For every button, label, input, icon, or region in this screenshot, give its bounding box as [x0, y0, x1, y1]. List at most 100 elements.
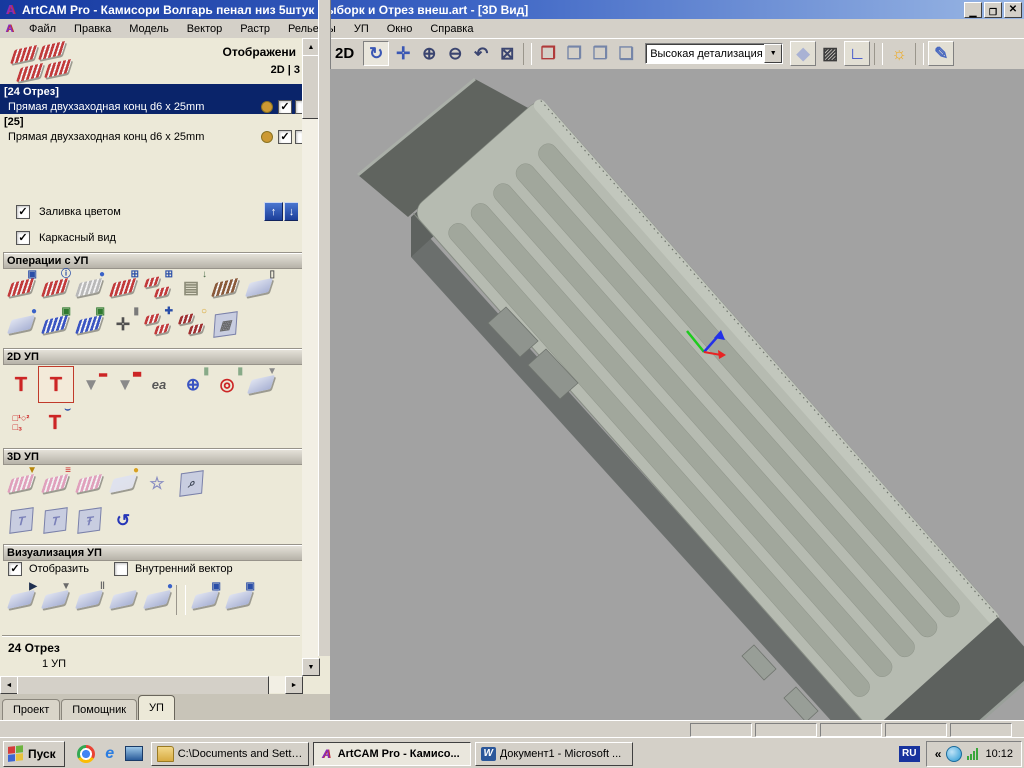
- toolpath-group-row[interactable]: [24 Отрез]: [0, 84, 302, 99]
- laser-tile-2-icon[interactable]: T: [38, 503, 72, 538]
- delete-toolpath-icon[interactable]: ●: [72, 270, 106, 305]
- bevelled-carving-icon[interactable]: ▼▃: [108, 367, 142, 402]
- zoom-fit-icon[interactable]: ⊠: [495, 42, 519, 65]
- machine-relief-icon[interactable]: ▼: [4, 466, 38, 501]
- drilling-icon[interactable]: ⊕▮: [176, 367, 210, 402]
- menu-item-1[interactable]: Правка: [65, 21, 120, 37]
- cut-out-relief-icon[interactable]: ☆: [140, 466, 174, 501]
- menu-item-7[interactable]: Окно: [378, 21, 422, 37]
- viewport-3d[interactable]: [330, 69, 1024, 720]
- chrome-icon[interactable]: [77, 745, 95, 763]
- transform-toolpath-icon[interactable]: ✛▮: [106, 307, 140, 342]
- toolpath-bridges-icon[interactable]: T⌣: [38, 405, 72, 440]
- shaded-view-icon[interactable]: ◆: [790, 41, 816, 66]
- show-desktop-icon[interactable]: [125, 746, 143, 761]
- tab-УП[interactable]: УП: [138, 695, 175, 720]
- restore-button[interactable]: ❐: [984, 2, 1002, 18]
- language-indicator[interactable]: RU: [899, 746, 920, 762]
- save-simulation-icon[interactable]: ▣: [188, 582, 222, 617]
- machining-order-icon[interactable]: □¹○²□₃: [4, 405, 38, 440]
- menu-item-0[interactable]: Файл: [20, 21, 65, 37]
- material-block-icon[interactable]: ●: [4, 307, 38, 342]
- move-down-button[interactable]: ↓: [284, 202, 298, 221]
- toolpath-visible-3d-checkbox[interactable]: [295, 130, 302, 144]
- inner-vector-checkbox[interactable]: [114, 562, 128, 576]
- wireframe-view-icon[interactable]: ▨: [818, 42, 842, 65]
- area-clearance-icon[interactable]: T: [38, 366, 74, 403]
- toolpath-template-icon[interactable]: ▦: [208, 307, 242, 342]
- save-toolpaths-icon[interactable]: ▣: [4, 270, 38, 305]
- machine-rest-material-icon[interactable]: ●: [106, 466, 140, 501]
- simulate-toolpath-control-icon[interactable]: ▶: [4, 582, 38, 617]
- start-button[interactable]: Пуск: [3, 741, 65, 767]
- scroll-left-button[interactable]: ◄: [0, 676, 18, 694]
- toggle-2d-view-button[interactable]: 2D: [330, 45, 362, 62]
- detail-level-dropdown[interactable]: Высокая детализация ▼: [645, 43, 783, 64]
- feature-machining-icon[interactable]: ≡: [38, 466, 72, 501]
- copy-toolpath-icon[interactable]: ✚: [140, 307, 174, 342]
- show-simulation-checkbox[interactable]: ✓: [8, 562, 22, 576]
- panel-horizontal-scrollbar[interactable]: ◄ ►: [0, 676, 302, 693]
- batch-calculate-icon[interactable]: ⊞: [140, 270, 174, 305]
- close-button[interactable]: ✕: [1004, 2, 1022, 18]
- menu-item-6[interactable]: УП: [345, 21, 378, 37]
- toolpath-inspect-icon[interactable]: ⌕: [174, 466, 208, 501]
- signal-icon[interactable]: [967, 748, 978, 760]
- wireframe-checkbox[interactable]: ✓: [16, 231, 30, 245]
- taskbar-button-0[interactable]: C:\Documents and Settin...: [151, 742, 309, 766]
- scroll-right-button[interactable]: ►: [285, 676, 303, 694]
- view-along-y-icon[interactable]: ❒: [588, 42, 612, 65]
- chevron-down-icon[interactable]: ▼: [764, 44, 782, 63]
- toolpath-group-row[interactable]: [25]: [0, 114, 302, 129]
- colour-fill-checkbox[interactable]: ✓: [16, 205, 30, 219]
- toolpath-summary-icon[interactable]: ▤↓: [174, 270, 208, 305]
- menu-item-5[interactable]: Рельефы: [279, 21, 345, 37]
- scrollbar-thumb[interactable]: [17, 676, 269, 695]
- laser-tile-1-icon[interactable]: T: [4, 503, 38, 538]
- scroll-down-button[interactable]: ▼: [302, 658, 320, 676]
- toolpath-visible-checkbox[interactable]: ✓: [278, 130, 292, 144]
- zoom-previous-icon[interactable]: ↶: [469, 42, 493, 65]
- menu-item-2[interactable]: Модель: [120, 21, 177, 37]
- rotate-view-icon[interactable]: ↻: [363, 41, 389, 66]
- tray-chevron-icon[interactable]: «: [935, 747, 942, 761]
- inlay-wizard-icon[interactable]: ◎▮: [210, 367, 244, 402]
- material-setup-icon[interactable]: ▯: [242, 270, 276, 305]
- lighting-icon[interactable]: ☼: [887, 42, 911, 65]
- menu-item-8[interactable]: Справка: [421, 21, 482, 37]
- menu-item-4[interactable]: Растр: [231, 21, 279, 37]
- panel-vertical-scrollbar[interactable]: ▲ ▼: [302, 38, 318, 675]
- toolpath-row[interactable]: Прямая двухзаходная конц d6 x 25mm ✓: [0, 129, 302, 144]
- view-isometric-icon[interactable]: ❒: [536, 42, 560, 65]
- toolpath-row[interactable]: Прямая двухзаходная конц d6 x 25mm ✓: [0, 99, 302, 114]
- smart-engraving-icon[interactable]: ea: [142, 367, 176, 402]
- save-toolpath-as-icon[interactable]: ▣: [38, 307, 72, 342]
- laser-tile-3-icon[interactable]: Ŧ: [72, 503, 106, 538]
- nest-toolpaths-icon[interactable]: ○: [174, 307, 208, 342]
- internet-explorer-icon[interactable]: [101, 745, 119, 763]
- tab-Проект[interactable]: Проект: [2, 699, 60, 720]
- simulate-all-toolpaths-icon[interactable]: ‖: [72, 582, 106, 617]
- load-simulation-icon[interactable]: ▣: [222, 582, 256, 617]
- zoom-in-icon[interactable]: ⊕: [417, 42, 441, 65]
- z-level-roughing-icon[interactable]: [72, 466, 106, 501]
- move-up-button[interactable]: ↑: [264, 202, 283, 221]
- reset-simulation-block-icon[interactable]: [106, 582, 140, 617]
- menu-item-3[interactable]: Вектор: [178, 21, 232, 37]
- toolpath-visible-checkbox[interactable]: ✓: [278, 100, 292, 114]
- tray-app-icon[interactable]: [946, 746, 962, 762]
- toggle-origin-icon[interactable]: ∟: [844, 41, 870, 66]
- load-toolpath-icon[interactable]: ▣: [72, 307, 106, 342]
- taskbar-button-2[interactable]: Документ1 - Microsoft ...: [475, 742, 633, 766]
- panel-view-switch[interactable]: 2D | 3: [271, 64, 300, 76]
- toolpath-info-icon[interactable]: ⓘ: [38, 270, 72, 305]
- paint-relief-icon[interactable]: ✎: [928, 41, 954, 66]
- taskbar-button-1[interactable]: ArtCAM Pro - Камисо...: [313, 742, 471, 766]
- fluting-icon[interactable]: ▼: [244, 367, 278, 402]
- calculate-toolpath-icon[interactable]: ⊞: [106, 270, 140, 305]
- undo-toolpath-icon[interactable]: ↺: [106, 503, 140, 538]
- pan-view-icon[interactable]: ✛: [391, 42, 415, 65]
- tab-Помощник[interactable]: Помощник: [61, 699, 137, 720]
- simulate-toolpath-icon[interactable]: ▼: [38, 582, 72, 617]
- view-along-z-icon[interactable]: ❏: [614, 42, 638, 65]
